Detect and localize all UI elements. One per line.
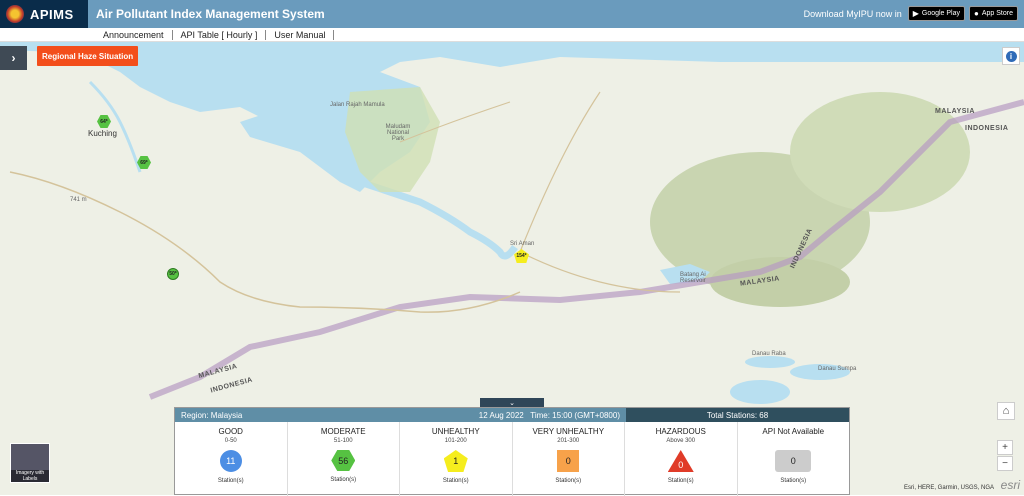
country-label-malaysia: MALAYSIA (935, 108, 975, 115)
side-panel-toggle[interactable]: › (0, 46, 27, 70)
home-icon: ⌂ (1002, 405, 1010, 417)
not-available-count-badge: 0 (775, 450, 812, 472)
region-label: Region: Malaysia (181, 410, 243, 420)
lake-label-batang-ai: Batang Ai Reservoir (680, 272, 706, 284)
app-store-button[interactable]: ● App Store (969, 6, 1018, 21)
hazardous-count-badge: 0 (667, 450, 694, 472)
good-count-badge: 11 (219, 450, 242, 472)
regional-haze-button[interactable]: Regional Haze Situation (37, 46, 139, 66)
city-label-kuching: Kuching (88, 129, 117, 138)
category-good[interactable]: GOOD 0-50 11 Station(s) (175, 422, 288, 496)
esri-logo: esri (1000, 478, 1020, 492)
datetime-label: 12 Aug 2022 Time: 15:00 (GMT+0800) (478, 410, 620, 420)
map-label-place: 741 m (70, 197, 87, 203)
country-label-indonesia: INDONESIA (965, 125, 1009, 132)
apple-icon: ● (974, 9, 979, 18)
home-button[interactable]: ⌂ (997, 402, 1015, 420)
download-area: Download MyIPU now in ▶ Google Play ● Ap… (804, 6, 1018, 21)
app-title: Air Pollutant Index Management System (96, 7, 325, 21)
api-summary-panel: Region: Malaysia 12 Aug 2022 Time: 15:00… (174, 407, 850, 496)
panel-collapse-toggle[interactable]: ⌄ (480, 398, 544, 407)
basemap-label: Imagery with Labels (11, 470, 49, 482)
map-attribution: Esri, HERE, Garmin, USGS, NGA (903, 485, 994, 491)
minus-icon: − (1002, 458, 1008, 469)
lake-label-danau-raba: Danau Raba (752, 351, 786, 357)
category-not-available[interactable]: API Not Available 0 Station(s) (738, 422, 850, 496)
chevron-right-icon: › (11, 51, 16, 65)
info-button[interactable]: i (1002, 47, 1020, 65)
unhealthy-count-badge: 1 (443, 450, 468, 472)
zoom-in-button[interactable]: + (997, 440, 1013, 455)
chevron-down-icon: ⌄ (509, 399, 515, 407)
info-icon: i (1005, 50, 1017, 62)
logo[interactable]: APIMS (0, 0, 88, 28)
very-unhealthy-count-badge: 0 (557, 450, 580, 472)
nav-announcement[interactable]: Announcement (95, 29, 173, 40)
download-text: Download MyIPU now in (803, 8, 902, 19)
nav-bar: Announcement API Table [ Hourly ] User M… (0, 28, 1024, 42)
play-store-icon: ▶ (912, 9, 919, 18)
basemap-toggle[interactable]: Imagery with Labels (10, 443, 50, 483)
panel-header: Region: Malaysia 12 Aug 2022 Time: 15:00… (175, 408, 849, 422)
map-label-road: Jalan Rajah Mamula (330, 102, 385, 108)
moderate-count-badge: 56 (331, 450, 356, 471)
category-moderate[interactable]: MODERATE 51-100 56 Station(s) (288, 422, 400, 496)
logo-text: APIMS (30, 6, 74, 22)
zoom-out-button[interactable]: − (997, 456, 1013, 471)
category-hazardous[interactable]: HAZARDOUS Above 300 0 Station(s) (625, 422, 738, 496)
category-unhealthy[interactable]: UNHEALTHY 101-200 1 Station(s) (400, 422, 513, 496)
crest-icon (6, 5, 24, 23)
city-label-sri-aman: Sri Aman (510, 241, 535, 247)
nav-user-manual[interactable]: User Manual (266, 29, 335, 40)
total-stations: Total Stations: 68 (706, 410, 769, 420)
app-header: APIMS Air Pollutant Index Management Sys… (0, 0, 1024, 28)
plus-icon: + (1002, 442, 1008, 453)
station-marker[interactable]: 50* (167, 268, 179, 280)
nav-api-table[interactable]: API Table [ Hourly ] (173, 29, 267, 40)
park-label-maludam: Maludam National Park (385, 124, 411, 142)
lake-label-danau-sumpa: Danau Sumpa (818, 366, 857, 372)
category-very-unhealthy[interactable]: VERY UNHEALTHY 201-300 0 Station(s) (513, 422, 625, 496)
google-play-button[interactable]: ▶ Google Play (907, 6, 966, 21)
